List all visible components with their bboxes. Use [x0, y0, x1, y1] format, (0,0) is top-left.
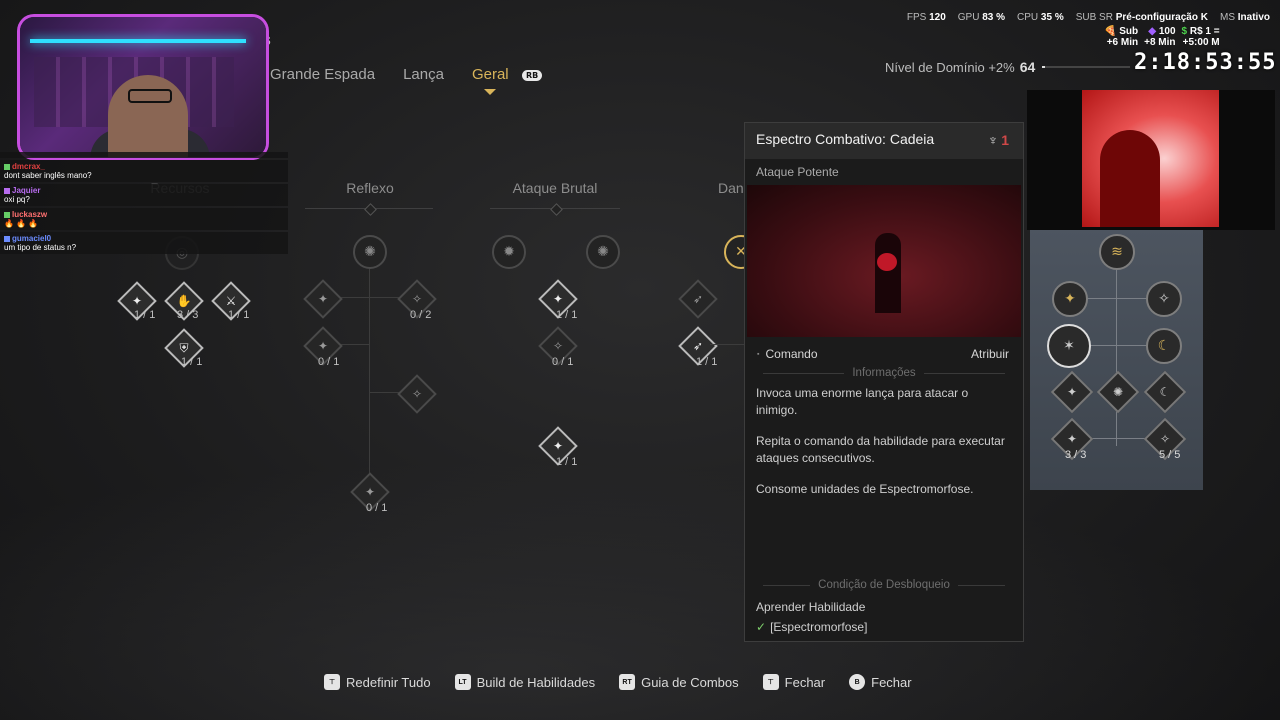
chat-message: dmcrax_ dont saber inglês mano?	[0, 160, 288, 182]
skill-node[interactable]: ✹	[492, 235, 526, 269]
skill-point-cost: ♆ 1	[987, 132, 1009, 148]
skill-count: 5 / 5	[1159, 449, 1181, 461]
skill-count: 1 / 1	[134, 309, 156, 321]
chat-overlay: dmcrax_ dont saber inglês mano? Jaquier ox…	[0, 152, 288, 256]
weapon-tabs: Grande Espada Lança Geral	[270, 66, 537, 95]
skill-node[interactable]: ☾	[1143, 370, 1187, 414]
skill-count: 0 / 1	[318, 356, 340, 368]
unlock-item: ✓ [Espectromorfose]	[756, 620, 868, 634]
command-row[interactable]: Comando Atribuir	[745, 337, 1023, 361]
chat-message: Jaquier oxi pq?	[0, 184, 288, 206]
spectro-skill-panel: ≋ ✦ ✧ ✶ ☾ ✦ ✺ ☾ ✦ ✧ 3 / 3 5 / 5	[1030, 228, 1203, 490]
skill-tooltip: Espectro Combativo: Cadeia ♆ 1 Ataque Pot…	[744, 122, 1024, 642]
tab-lanca[interactable]: Lança	[403, 66, 444, 83]
gem-icon: ◆	[1148, 26, 1157, 37]
chat-message: gumaciel0 um tipo de status n?	[0, 232, 288, 254]
rt-icon: RT	[619, 674, 636, 690]
rb-button-hint: RB	[522, 70, 543, 81]
skill-node[interactable]: ✦	[1050, 370, 1094, 414]
tree-icon: ♆	[987, 132, 999, 148]
tree-line	[1116, 266, 1117, 446]
b-button-icon: B	[849, 674, 866, 690]
skill-preview-video	[747, 185, 1021, 337]
stream-video-overlay	[1027, 90, 1275, 230]
skill-count: 0 / 2	[410, 309, 432, 321]
skill-node[interactable]: ≋	[1099, 234, 1135, 270]
skill-count: 1 / 1	[556, 456, 578, 468]
column-divider	[305, 208, 433, 209]
lt-icon: LT	[454, 674, 471, 690]
skill-description: Invoca uma enorme lança para atacar o in…	[756, 386, 1005, 496]
close-button[interactable]: ⊤ Fechar	[762, 674, 825, 690]
column-ataque-brutal: Ataque Brutal	[512, 180, 598, 196]
domain-level: Nível de Domínio +2% 64	[885, 59, 1036, 75]
skill-count: 0 / 1	[366, 502, 388, 514]
column-reflexo: Reflexo	[346, 180, 394, 196]
command-label: Comando	[757, 347, 817, 361]
skill-title: Espectro Combativo: Cadeia	[756, 131, 935, 147]
skill-count: 1 / 1	[696, 356, 718, 368]
chat-message	[0, 152, 288, 158]
domain-progress-bar	[1042, 66, 1130, 68]
skill-node-selected[interactable]: ✶	[1047, 324, 1091, 368]
chat-message: luckaszw 🔥 🔥 🔥	[0, 208, 288, 230]
skill-type: Ataque Potente	[756, 165, 839, 179]
combo-guide-button[interactable]: RT Guia de Combos	[619, 674, 739, 690]
skill-node[interactable]: ☾	[1146, 328, 1182, 364]
tree-line	[369, 268, 370, 488]
skill-node[interactable]: ✺	[1096, 370, 1140, 414]
unlock-section: Condição de Desbloqueio Aprender Habilid…	[745, 573, 1023, 637]
performance-hud: FPS 120 GPU 83 % CPU 35 % SUB SR Pré-con…	[906, 12, 1270, 23]
dpad-icon: ⊤	[762, 674, 779, 690]
close-b-button[interactable]: B Fechar	[849, 674, 912, 690]
skill-count: 3 / 3	[177, 309, 199, 321]
unlock-header: Condição de Desbloqueio	[745, 573, 1023, 597]
skill-count: 1 / 1	[181, 356, 203, 368]
pizza-icon: 🍕	[1104, 26, 1117, 37]
skill-node[interactable]: ✺	[586, 235, 620, 269]
dollar-icon: $	[1181, 26, 1188, 37]
skill-build-button[interactable]: LT Build de Habilidades	[454, 674, 595, 690]
skill-count: 1 / 1	[228, 309, 250, 321]
info-header: Informações	[745, 361, 1023, 385]
skill-node[interactable]: ✺	[353, 235, 387, 269]
stream-timer: 2:18:53:55	[1134, 50, 1277, 75]
tree-line	[710, 344, 746, 345]
bottom-action-bar: ⊤ Redefinir Tudo LT Build de Habilidades R…	[324, 674, 912, 690]
check-icon: ✓	[756, 620, 767, 634]
assign-button[interactable]: Atribuir	[971, 347, 1009, 361]
skill-count: 0 / 1	[552, 356, 574, 368]
skill-node[interactable]: ✧	[1146, 281, 1182, 317]
unlock-requirement: Aprender Habilidade	[756, 600, 866, 614]
column-divider	[490, 208, 620, 209]
reset-all-button[interactable]: ⊤ Redefinir Tudo	[324, 674, 431, 690]
skill-count: 1 / 1	[556, 309, 578, 321]
dpad-icon: ⊤	[324, 674, 340, 690]
skill-count: 3 / 3	[1065, 449, 1087, 461]
stream-goals: 🍕 Sub +6 Min ◆ 100 +8 Min $ R$ 1 = +5:00 M	[1104, 26, 1220, 48]
skill-node[interactable]: ✦	[1052, 281, 1088, 317]
tab-grande-espada[interactable]: Grande Espada	[270, 66, 375, 83]
webcam-overlay	[20, 17, 266, 157]
tab-geral[interactable]: Geral	[472, 66, 509, 95]
